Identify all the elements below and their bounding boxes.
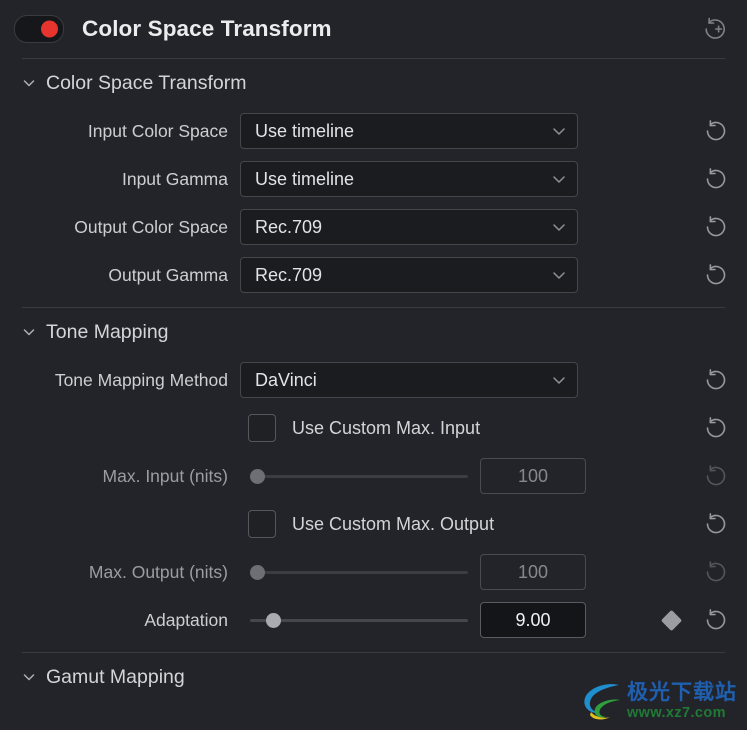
panel-titlebar: Color Space Transform [0,0,747,58]
max-input-nits-value-field[interactable]: 100 [480,458,586,494]
adaptation-value-field[interactable]: 9.00 [480,602,586,638]
slider-track [250,570,468,574]
row-output-color-space: Output Color Space Rec.709 [0,203,747,251]
chevron-down-icon [22,670,36,684]
row-trailing [633,118,729,144]
row-tone-mapping-method: Tone Mapping Method DaVinci [0,356,747,404]
section-title: Color Space Transform [46,71,247,94]
row-trailing [633,607,729,633]
chevron-down-icon [551,123,567,139]
row-adaptation: Adaptation 9.00 [0,596,747,644]
row-trailing [633,214,729,240]
control-area: 100 [240,554,633,590]
dropdown-value: Use timeline [255,168,355,189]
section-header-tone-mapping[interactable]: Tone Mapping [0,308,747,356]
row-trailing [633,367,729,393]
chevron-down-icon [551,372,567,388]
control-area: DaVinci [240,362,633,398]
slider-track [250,618,468,622]
control-area: Use timeline [240,113,633,149]
row-max-input-nits: Max. Input (nits) 100 [0,452,747,500]
use-custom-max-input-checkbox-group[interactable]: Use Custom Max. Input [248,414,480,442]
max-output-nits-slider[interactable] [250,559,468,585]
max-input-nits-slider[interactable] [250,463,468,489]
control-area: Rec.709 [240,257,633,293]
row-trailing [633,511,729,537]
row-label: Output Color Space [74,216,228,237]
reset-icon[interactable] [703,166,729,192]
use-custom-max-output-checkbox-group[interactable]: Use Custom Max. Output [248,510,494,538]
row-label: Max. Input (nits) [102,465,228,486]
row-trailing [633,559,729,585]
control-area: 9.00 [240,602,633,638]
row-input-gamma: Input Gamma Use timeline [0,155,747,203]
row-label: Tone Mapping Method [54,369,228,390]
row-output-gamma: Output Gamma Rec.709 [0,251,747,299]
reset-icon[interactable] [703,118,729,144]
dropdown-value: Rec.709 [255,264,323,285]
row-max-output-nits: Max. Output (nits) 100 [0,548,747,596]
control-area: Use timeline [240,161,633,197]
section-header-gamut-mapping[interactable]: Gamut Mapping [0,653,747,701]
reset-icon[interactable] [703,607,729,633]
chevron-down-icon [22,325,36,339]
tone-mapping-method-dropdown[interactable]: DaVinci [240,362,578,398]
control-area: Use Custom Max. Output [240,510,633,538]
output-color-space-dropdown[interactable]: Rec.709 [240,209,578,245]
chevron-down-icon [22,76,36,90]
reset-icon[interactable] [703,415,729,441]
power-toggle-knob [41,20,58,38]
watermark-url: www.xz7.com [627,704,726,721]
row-input-color-space: Input Color Space Use timeline [0,107,747,155]
dropdown-value: Rec.709 [255,216,323,237]
page-title: Color Space Transform [82,16,332,41]
row-trailing [633,415,729,441]
row-label: Input Gamma [121,168,228,189]
input-gamma-dropdown[interactable]: Use timeline [240,161,578,197]
row-use-custom-max-output: Use Custom Max. Output [0,500,747,548]
reset-icon[interactable] [703,262,729,288]
reset-icon[interactable] [703,214,729,240]
max-output-nits-value-field[interactable]: 100 [480,554,586,590]
adaptation-slider[interactable] [250,607,468,633]
row-label: Output Gamma [108,264,228,285]
reset-icon[interactable] [703,511,729,537]
slider-knob[interactable] [250,468,265,484]
effect-power-toggle[interactable] [14,15,64,43]
control-area: Rec.709 [240,209,633,245]
row-trailing [633,463,729,489]
dropdown-value: Use timeline [255,120,355,141]
use-custom-max-output-checkbox[interactable] [248,510,276,538]
slider-track [250,474,468,478]
row-trailing [633,166,729,192]
keyframe-diamond-icon[interactable] [660,609,683,631]
slider-knob[interactable] [250,564,265,580]
reset-icon[interactable] [703,463,729,489]
control-area: Use Custom Max. Input [240,414,633,442]
section-header-color-space-transform[interactable]: Color Space Transform [0,59,747,107]
control-area: 100 [240,458,633,494]
chevron-down-icon [551,171,567,187]
chevron-down-icon [551,267,567,283]
reset-add-icon[interactable] [701,15,729,43]
input-color-space-dropdown[interactable]: Use timeline [240,113,578,149]
section-title: Tone Mapping [46,320,169,343]
checkbox-label: Use Custom Max. Output [292,513,495,534]
output-gamma-dropdown[interactable]: Rec.709 [240,257,578,293]
reset-icon[interactable] [703,559,729,585]
row-trailing [633,262,729,288]
row-use-custom-max-input: Use Custom Max. Input [0,404,747,452]
row-label: Input Color Space [87,120,228,141]
use-custom-max-input-checkbox[interactable] [248,414,276,442]
section-title: Gamut Mapping [46,665,185,688]
reset-icon[interactable] [703,367,729,393]
row-label: Adaptation [144,609,228,630]
slider-knob[interactable] [266,612,281,628]
chevron-down-icon [551,219,567,235]
row-label: Max. Output (nits) [88,561,228,582]
checkbox-label: Use Custom Max. Input [292,417,481,438]
dropdown-value: DaVinci [255,369,317,390]
